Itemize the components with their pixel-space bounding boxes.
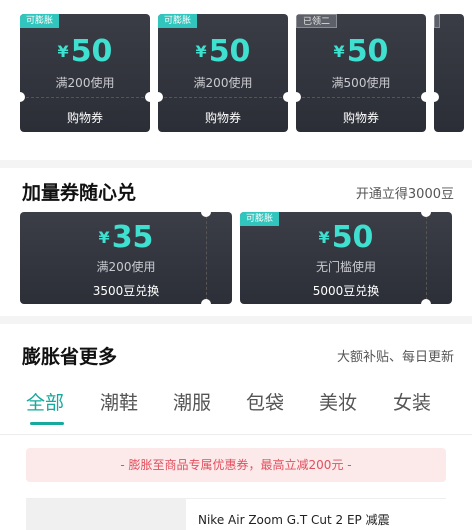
coupon-notch — [145, 92, 150, 102]
coupon-exchange-price: 3500豆兑换 — [92, 284, 160, 298]
coupon-condition: 满200使用 — [96, 260, 156, 274]
product-image — [26, 499, 186, 530]
coupon-type: 购物券 — [66, 111, 103, 125]
currency-symbol: ¥ — [333, 42, 345, 61]
currency-symbol: ¥ — [98, 228, 110, 247]
product-card[interactable]: Nike Air Zoom G.T Cut 2 EP 减震 — [26, 498, 446, 530]
coupon-amount-value: 50 — [346, 34, 389, 69]
coupon-amount: ¥35 — [20, 220, 232, 255]
page: 可膨胀 ¥50 满200使用 购物券 可膨胀 ¥50 满200使用 购物券 已领… — [0, 0, 472, 530]
coupon-divider — [426, 216, 427, 300]
coupon-card[interactable]: 可膨胀 ¥50 满200使用 购物券 — [158, 14, 288, 132]
coupon-condition: 满200使用 — [55, 76, 115, 90]
coupon-amount: ¥50 — [158, 34, 288, 69]
coupon-tag: 可膨胀 — [158, 14, 198, 28]
coupon-card-partial[interactable] — [434, 14, 464, 132]
coupon-notch — [201, 299, 211, 304]
exchange-coupon-card[interactable]: 可膨胀 ¥50 无门槛使用 5000豆兑换 — [240, 212, 452, 304]
coupon-amount-value: 50 — [208, 34, 251, 69]
tab-streetwear[interactable]: 潮服 — [173, 388, 211, 415]
product-name: Nike Air Zoom G.T Cut 2 EP 减震 — [198, 513, 390, 527]
currency-symbol: ¥ — [57, 42, 69, 61]
coupon-amount-value: 50 — [70, 34, 113, 69]
section-title: 加量券随心兑 — [22, 182, 137, 204]
top-coupon-row: 可膨胀 ¥50 满200使用 购物券 可膨胀 ¥50 满200使用 购物券 已领… — [20, 14, 472, 134]
coupon-divider — [302, 97, 420, 98]
coupon-tag: 已领二 — [296, 14, 338, 28]
coupon-divider — [164, 97, 282, 98]
tab-sneakers[interactable]: 潮鞋 — [100, 388, 138, 415]
tab-beauty[interactable]: 美妆 — [319, 388, 357, 415]
exchange-coupon-card[interactable]: ¥35 满200使用 3500豆兑换 — [20, 212, 232, 304]
coupon-amount: ¥50 — [240, 220, 452, 255]
coupon-notch — [296, 92, 301, 102]
coupon-notch — [283, 92, 288, 102]
coupon-card[interactable]: 可膨胀 ¥50 满200使用 购物券 — [20, 14, 150, 132]
coupon-amount-value: 50 — [331, 220, 374, 255]
currency-symbol: ¥ — [318, 228, 330, 247]
tab-all[interactable]: 全部 — [26, 388, 64, 415]
coupon-notch — [421, 299, 431, 304]
expand-section: 膨胀省更多 大额补贴、每日更新 全部 潮鞋 潮服 包袋 美妆 女装 - 膨胀至商… — [0, 324, 472, 530]
promo-banner: - 膨胀至商品专属优惠券，最高立减200元 - — [26, 448, 446, 482]
coupon-amount-value: 35 — [111, 220, 154, 255]
coupon-tag: 可膨胀 — [20, 14, 60, 28]
section-subtitle[interactable]: 开通立得3000豆 — [356, 183, 454, 202]
coupon-amount: ¥50 — [296, 34, 426, 69]
tab-bags[interactable]: 包袋 — [246, 388, 284, 415]
coupon-notch — [434, 92, 439, 102]
coupon-type: 购物券 — [342, 111, 379, 125]
coupon-divider — [26, 97, 144, 98]
coupon-exchange-price: 5000豆兑换 — [312, 284, 380, 298]
coupon-notch — [158, 92, 163, 102]
category-tabs: 全部 潮鞋 潮服 包袋 美妆 女装 — [0, 388, 472, 428]
coupon-notch — [421, 212, 431, 217]
coupon-divider — [206, 216, 207, 300]
tabs-divider — [0, 434, 472, 435]
coupon-condition: 满500使用 — [331, 76, 391, 90]
section-subtitle: 大额补贴、每日更新 — [336, 350, 454, 365]
coupon-notch — [201, 212, 211, 217]
top-coupon-section: 可膨胀 ¥50 满200使用 购物券 可膨胀 ¥50 满200使用 购物券 已领… — [0, 0, 472, 160]
plus-coupon-section: 加量券随心兑 开通立得3000豆 ¥35 满200使用 3500豆兑换 可膨胀 … — [0, 168, 472, 316]
coupon-tag — [434, 14, 440, 28]
tab-womens[interactable]: 女装 — [393, 388, 431, 415]
active-tab-indicator — [30, 422, 64, 425]
currency-symbol: ¥ — [195, 42, 207, 61]
coupon-condition: 无门槛使用 — [315, 260, 376, 274]
coupon-condition: 满200使用 — [193, 76, 253, 90]
coupon-amount: ¥50 — [20, 34, 150, 69]
coupon-notch — [421, 92, 426, 102]
coupon-notch — [20, 92, 25, 102]
coupon-type: 购物券 — [204, 111, 241, 125]
coupon-card[interactable]: 已领二 ¥50 满500使用 购物券 — [296, 14, 426, 132]
section-title: 膨胀省更多 — [22, 346, 118, 368]
